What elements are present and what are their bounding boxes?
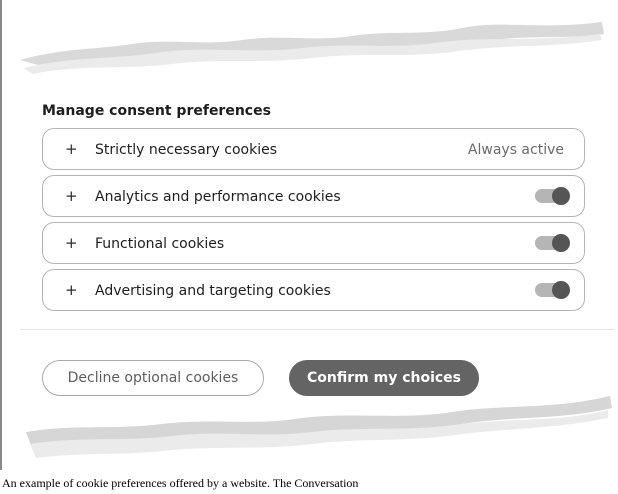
category-functional[interactable]: + Functional cookies [42, 222, 585, 264]
toggle-knob [552, 187, 570, 205]
image-caption: An example of cookie preferences offered… [2, 476, 359, 490]
category-strictly-necessary[interactable]: + Strictly necessary cookies Always acti… [42, 128, 585, 170]
toggle-knob [552, 281, 570, 299]
category-analytics-performance[interactable]: + Analytics and performance cookies [42, 175, 585, 217]
consent-panel: Manage consent preferences + Strictly ne… [20, 58, 614, 398]
functional-toggle[interactable] [535, 234, 570, 252]
torn-paper-bottom-decoration [2, 389, 618, 470]
category-advertising-targeting[interactable]: + Advertising and targeting cookies [42, 269, 585, 311]
category-label: Advertising and targeting cookies [95, 283, 331, 299]
category-label: Analytics and performance cookies [95, 189, 341, 205]
always-active-status: Always active [467, 142, 564, 158]
plus-icon: + [65, 234, 78, 252]
toggle-knob [552, 234, 570, 252]
category-label: Functional cookies [95, 236, 225, 252]
panel-heading: Manage consent preferences [42, 103, 271, 119]
plus-icon: + [65, 281, 78, 299]
screenshot-frame: Manage consent preferences + Strictly ne… [0, 0, 618, 470]
plus-icon: + [65, 187, 78, 205]
category-label: Strictly necessary cookies [95, 142, 278, 158]
analytics-toggle[interactable] [535, 187, 570, 205]
divider [20, 329, 614, 330]
advertising-toggle[interactable] [535, 281, 570, 299]
plus-icon: + [65, 140, 78, 158]
